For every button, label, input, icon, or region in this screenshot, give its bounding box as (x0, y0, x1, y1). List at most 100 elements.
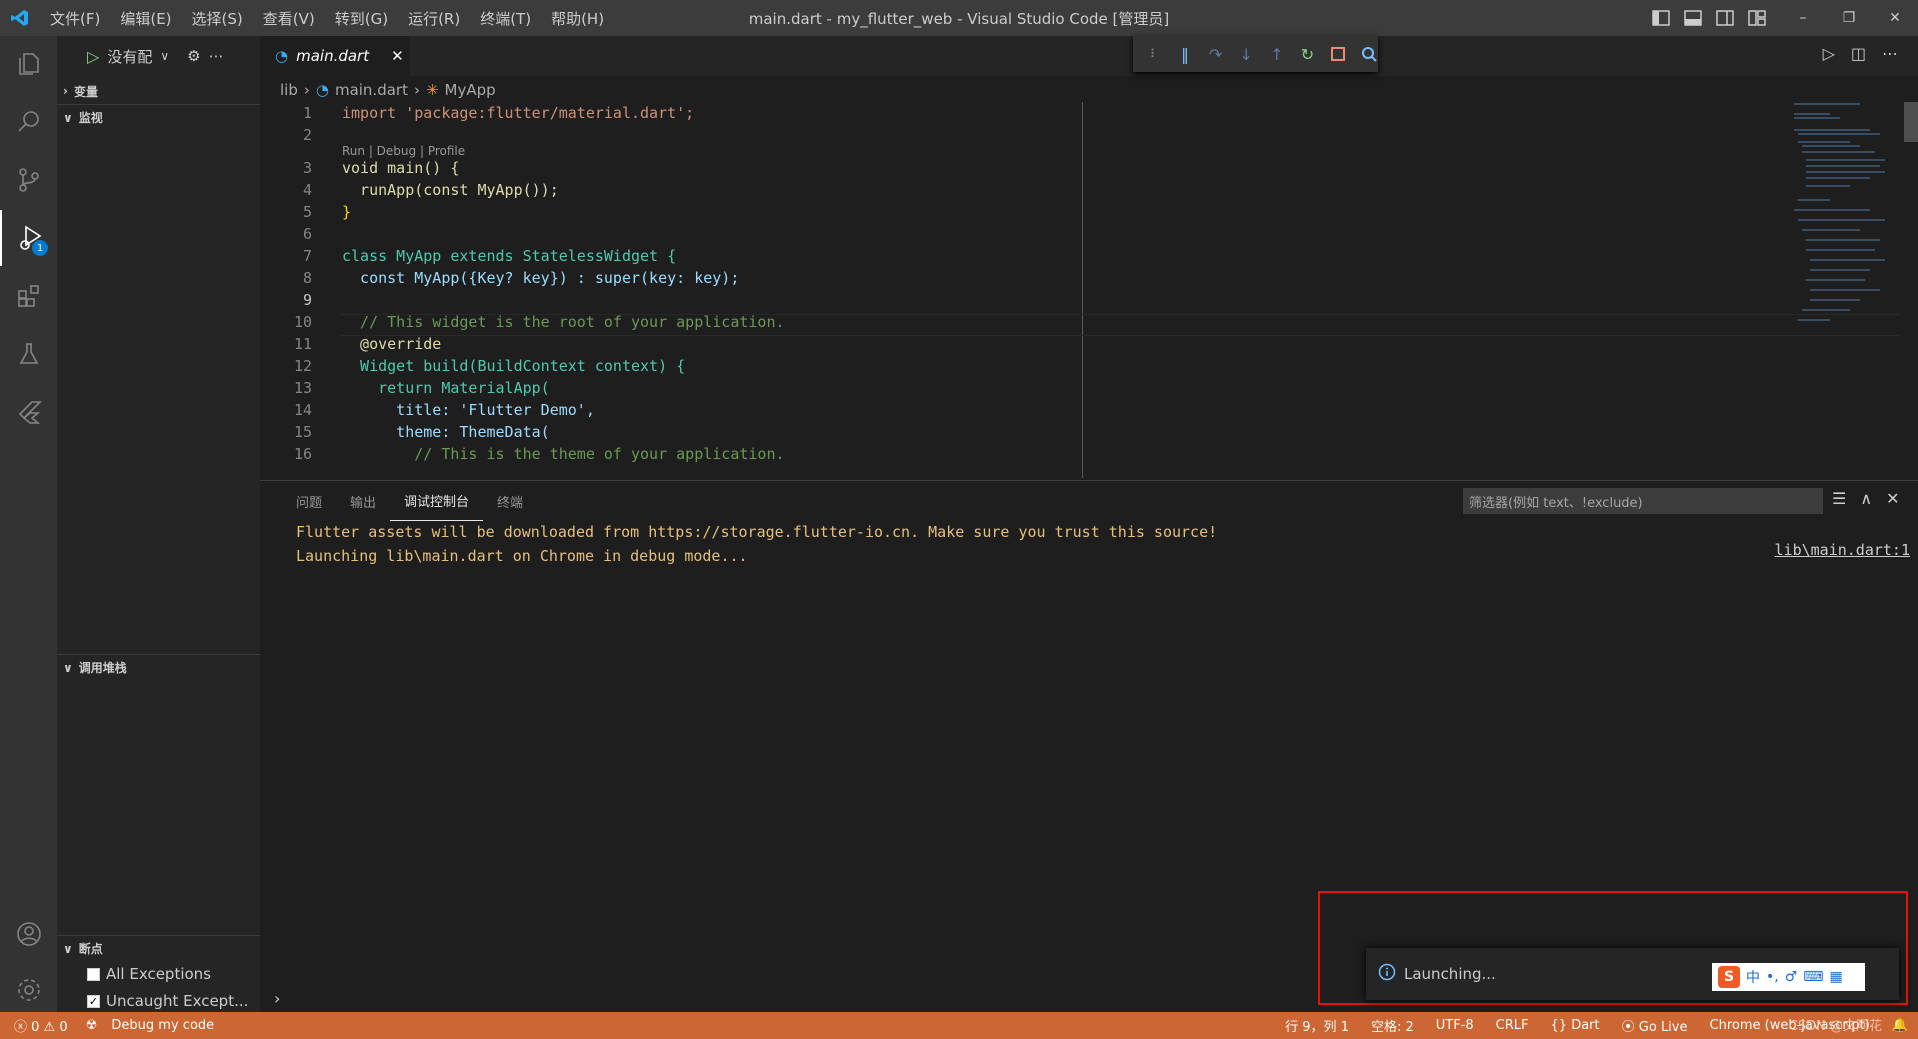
breakpoint-uncaught-exceptions[interactable]: ✓ Uncaught Except... (87, 992, 248, 1010)
run-file-icon[interactable]: ▷ (1823, 44, 1835, 63)
tab-problems[interactable]: 问题 (282, 481, 336, 521)
menu-file[interactable]: 文件(F) (40, 10, 110, 28)
grid-menu-icon[interactable]: ▦ (1830, 969, 1843, 985)
settings-gear-icon[interactable] (0, 962, 57, 1018)
vscode-logo-icon (0, 0, 40, 36)
activity-bar: 1 (0, 36, 57, 1012)
code-line: theme: ThemeData( (342, 423, 550, 441)
minimize-icon[interactable]: – (1780, 10, 1826, 26)
menu-go[interactable]: 转到(G) (325, 10, 398, 28)
step-over-icon[interactable]: ↷ (1206, 44, 1225, 64)
code-line: Widget build(BuildContext context) { (342, 357, 686, 375)
extensions-icon[interactable] (0, 268, 57, 324)
problems-status[interactable]: ⓧ 0 ⚠ 0 (14, 1016, 68, 1035)
menu-edit[interactable]: 编辑(E) (110, 10, 181, 28)
title-bar: 文件(F) 编辑(E) 选择(S) 查看(V) 转到(G) 运行(R) 终端(T) 帮助(H)… (0, 0, 1918, 36)
toggle-panel-icon[interactable] (1682, 8, 1704, 28)
more-actions-icon[interactable]: ⋯ (209, 47, 224, 65)
step-into-icon[interactable]: ↓ (1237, 44, 1256, 64)
file-encoding[interactable]: UTF-8 (1436, 1018, 1474, 1033)
stop-icon[interactable] (1329, 44, 1348, 64)
console-prompt-icon[interactable]: › (274, 989, 280, 1008)
watch-section[interactable]: ∨ 监视 (57, 104, 260, 130)
debug-console-filter-input[interactable]: 筛选器(例如 text、!exclude) (1463, 488, 1823, 514)
microphone-icon[interactable]: ♂ (1785, 969, 1798, 985)
indentation[interactable]: 空格: 2 (1371, 1016, 1414, 1035)
toggle-secondary-sidebar-icon[interactable] (1714, 8, 1736, 28)
menu-terminal[interactable]: 终端(T) (470, 10, 541, 28)
code-line: @override (342, 335, 442, 353)
split-editor-icon[interactable]: ◫ (1851, 44, 1866, 63)
line-number: 4 (302, 181, 312, 199)
menu-help[interactable]: 帮助(H) (541, 10, 614, 28)
close-window-icon[interactable]: ✕ (1872, 10, 1918, 26)
keyboard-icon[interactable]: ⌨ (1803, 969, 1823, 985)
restore-icon[interactable]: ❐ (1826, 10, 1872, 26)
debug-config-label: Debug my code (111, 1018, 215, 1033)
watermark: CSDN @文阿花 (1788, 1019, 1882, 1034)
codelens-run-debug-profile[interactable]: Run | Debug | Profile (342, 144, 465, 158)
maximize-panel-icon[interactable]: ∧ (1860, 489, 1872, 508)
source-location-link[interactable]: lib\main.dart:1 (1775, 541, 1910, 559)
explorer-icon[interactable] (0, 36, 57, 92)
run-config-select[interactable]: 没有配 (107, 46, 152, 67)
start-debug-icon[interactable]: ▷ (87, 47, 99, 66)
tab-main-dart[interactable]: ◔ main.dart ✕ (260, 36, 410, 76)
editor-more-icon[interactable]: ⋯ (1882, 44, 1898, 63)
end-of-line[interactable]: CRLF (1496, 1018, 1529, 1033)
debug-settings-icon[interactable]: ⚙ (187, 47, 200, 65)
variables-section[interactable]: › 变量 (57, 78, 260, 104)
menu-view[interactable]: 查看(V) (253, 10, 325, 28)
breakpoint-all-exceptions[interactable]: All Exceptions (87, 965, 211, 983)
source-control-icon[interactable] (0, 152, 57, 208)
editor-scrollbar[interactable] (1904, 102, 1918, 142)
ime-language-label[interactable]: 中 (1746, 967, 1760, 987)
tab-terminal[interactable]: 终端 (483, 481, 537, 521)
language-label: Dart (1571, 1018, 1600, 1033)
flutter-inspector-icon[interactable] (1359, 44, 1378, 64)
callstack-section[interactable]: ∨ 调用堆栈 (57, 654, 260, 680)
breakpoints-section[interactable]: ∨ 断点 (57, 935, 260, 961)
toggle-sidebar-icon[interactable] (1650, 8, 1672, 28)
chevron-down-icon: ∨ (63, 941, 73, 956)
notifications-bell-icon[interactable]: 🔔 (1892, 1018, 1908, 1033)
code-editor[interactable]: 1 2 3 4 5 6 7 8 9 10 11 12 13 14 15 16 i… (260, 102, 1910, 478)
breakpoints-title: 断点 (78, 942, 103, 956)
chevron-down-icon[interactable]: ∨ (160, 49, 169, 63)
menu-run[interactable]: 运行(R) (398, 10, 470, 28)
customize-layout-icon[interactable] (1746, 8, 1768, 28)
menu-selection[interactable]: 选择(S) (182, 10, 253, 28)
language-mode[interactable]: {} Dart (1551, 1018, 1600, 1033)
checkbox-unchecked[interactable] (87, 967, 100, 981)
go-live[interactable]: ⦿ Go Live (1622, 1016, 1688, 1035)
restart-icon[interactable]: ↻ (1298, 44, 1317, 64)
line-number: 2 (302, 126, 312, 144)
close-tab-icon[interactable]: ✕ (391, 47, 404, 65)
account-icon[interactable] (0, 906, 57, 962)
cursor-position[interactable]: 行 9，列 1 (1285, 1016, 1349, 1035)
checkbox-checked[interactable]: ✓ (87, 994, 100, 1008)
run-debug-icon[interactable]: 1 (0, 210, 57, 266)
code-line: import 'package:flutter/material.dart'; (342, 104, 695, 122)
breadcrumb-symbol[interactable]: MyApp (445, 81, 496, 99)
ime-toolbar[interactable]: S 中 •, ♂ ⌨ ▦ (1712, 963, 1865, 991)
tab-debug-console[interactable]: 调试控制台 (390, 481, 484, 521)
drag-handle-icon[interactable]: ⠇ (1145, 44, 1164, 64)
code-line: runApp(const MyApp()); (342, 181, 559, 199)
breadcrumb-file[interactable]: main.dart (335, 81, 408, 99)
ime-punctuation-label[interactable]: •, (1766, 969, 1779, 985)
close-panel-icon[interactable]: ✕ (1886, 489, 1899, 508)
testing-icon[interactable] (0, 326, 57, 382)
minimap[interactable] (1790, 100, 1900, 340)
search-icon[interactable] (0, 94, 57, 150)
pause-icon[interactable]: ‖ (1176, 44, 1195, 64)
line-number: 9 (302, 291, 312, 309)
step-out-icon[interactable]: ↑ (1268, 44, 1287, 64)
tab-output[interactable]: 输出 (336, 481, 390, 521)
clear-console-icon[interactable]: ☰ (1832, 489, 1846, 508)
console-output-line: Flutter assets will be downloaded from h… (296, 523, 1218, 541)
flutter-icon[interactable] (0, 384, 57, 440)
breadcrumb-folder[interactable]: lib (280, 81, 298, 99)
debug-status[interactable]: ☢ Debug my code (86, 1018, 215, 1033)
code-line: } (342, 203, 352, 221)
